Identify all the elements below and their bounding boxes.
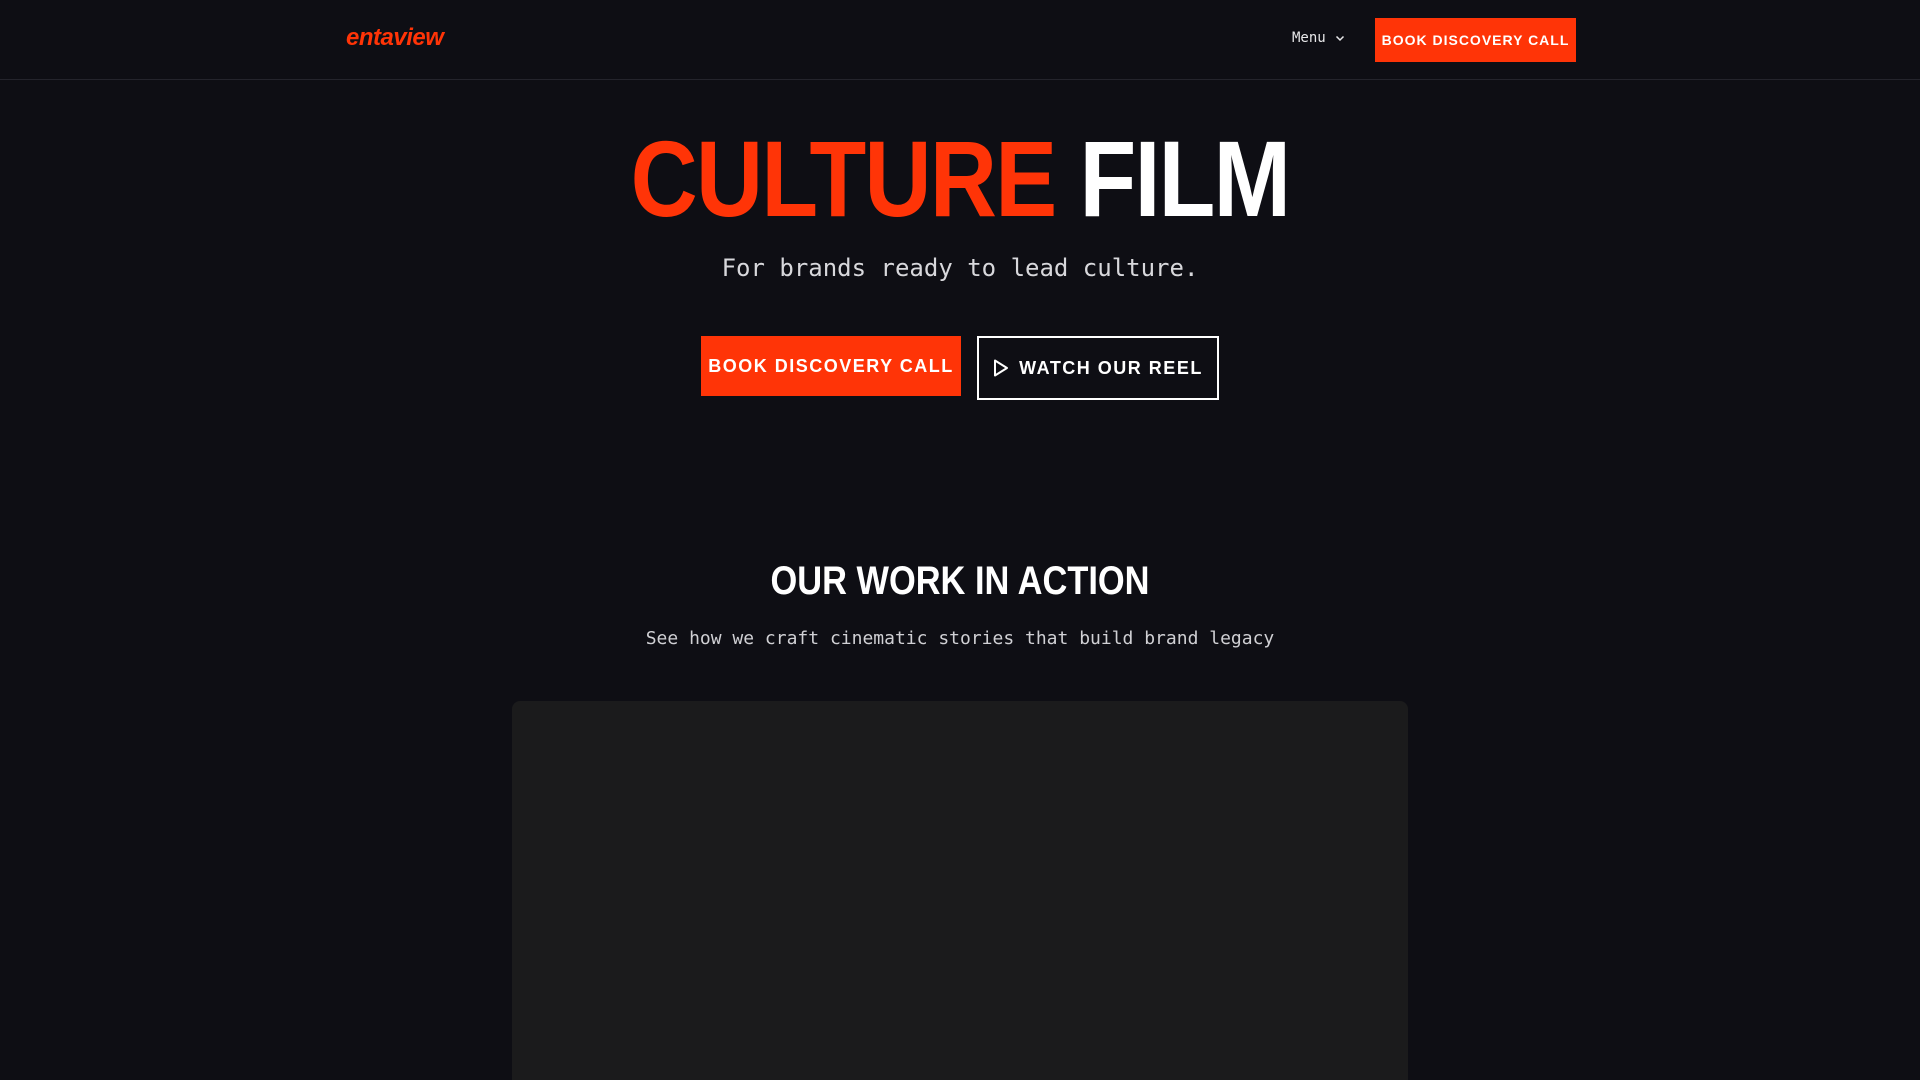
hero-title-plain: FILM bbox=[1079, 118, 1291, 239]
watch-reel-label: WATCH OUR REEL bbox=[1019, 357, 1203, 378]
header-book-call-button[interactable]: BOOK DISCOVERY CALL bbox=[1375, 18, 1576, 62]
menu-label: Menu bbox=[1292, 30, 1326, 46]
video-player[interactable] bbox=[512, 701, 1408, 1080]
menu-toggle[interactable]: Menu bbox=[1292, 30, 1346, 46]
watch-reel-button[interactable]: WATCH OUR REEL bbox=[977, 336, 1219, 400]
work-section-subtitle: See how we craft cinematic stories that … bbox=[645, 628, 1275, 649]
brand-logo[interactable]: entaview bbox=[346, 24, 444, 52]
work-section-title: OUR WORK IN ACTION bbox=[770, 559, 1150, 603]
page: entaview Menu BOOK DISCOVERY CALL CULTUR… bbox=[0, 0, 1920, 1080]
chevron-down-icon bbox=[1334, 32, 1346, 44]
site-header: entaview Menu BOOK DISCOVERY CALL bbox=[0, 0, 1920, 80]
book-discovery-call-button[interactable]: BOOK DISCOVERY CALL bbox=[701, 336, 961, 396]
play-icon bbox=[993, 359, 1009, 377]
hero-title: CULTURE FILM bbox=[134, 118, 1785, 240]
hero-subtitle: For brands ready to lead culture. bbox=[721, 254, 1199, 282]
hero-title-accent: CULTURE bbox=[630, 118, 1058, 239]
